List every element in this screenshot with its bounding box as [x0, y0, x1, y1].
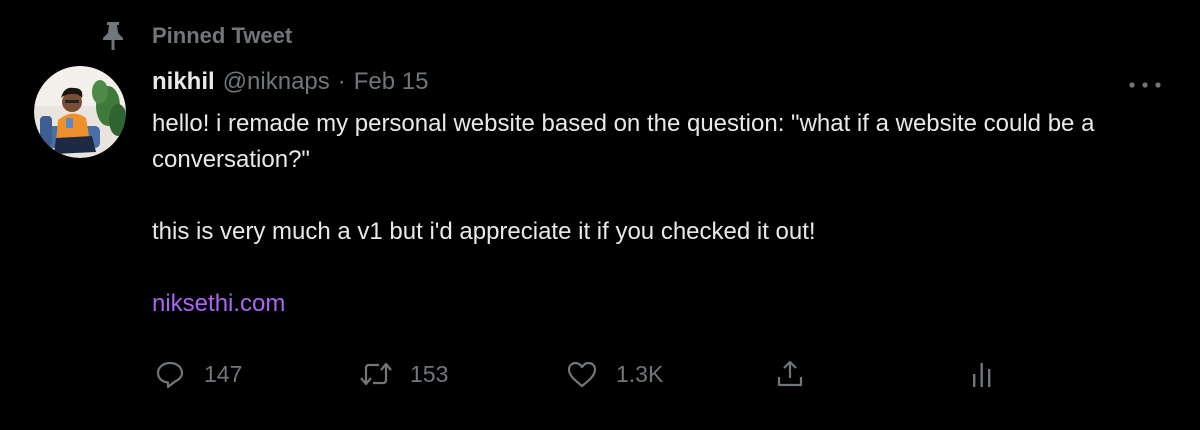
- header-separator: ·: [337, 68, 346, 95]
- tweet-paragraph-1: hello! i remade my personal website base…: [152, 110, 1095, 173]
- more-options-button[interactable]: [1122, 70, 1168, 100]
- author-name[interactable]: nikhil: [152, 68, 215, 96]
- analytics-button[interactable]: [964, 356, 1000, 392]
- tweet-paragraph-2: this is very much a v1 but i'd appreciat…: [152, 218, 816, 245]
- share-button[interactable]: [772, 356, 808, 392]
- tweet-actions: 147 153 1.3K: [152, 356, 1052, 392]
- reply-button[interactable]: 147: [152, 356, 242, 392]
- like-count: 1.3K: [616, 360, 664, 387]
- heart-icon: [564, 356, 600, 392]
- pinned-indicator: Pinned Tweet: [96, 20, 292, 52]
- tweet-text: hello! i remade my personal website base…: [152, 106, 1152, 322]
- retweet-icon: [358, 356, 394, 392]
- like-button[interactable]: 1.3K: [564, 356, 663, 392]
- retweet-button[interactable]: 153: [358, 356, 448, 392]
- reply-count: 147: [204, 360, 243, 387]
- tweet-header: nikhil @niknaps · Feb 15: [152, 68, 428, 102]
- more-icon: [1127, 76, 1163, 94]
- tweet-link[interactable]: niksethi.com: [152, 290, 285, 317]
- share-icon: [772, 356, 808, 392]
- tweet-date[interactable]: Feb 15: [354, 68, 429, 96]
- tweet-card[interactable]: Pinned Tweet nikhil @niknaps · Feb 15 he…: [0, 0, 1200, 430]
- author-handle[interactable]: @niknaps: [223, 68, 330, 96]
- analytics-icon: [964, 356, 1000, 392]
- reply-icon: [152, 356, 188, 392]
- pinned-label: Pinned Tweet: [152, 23, 293, 48]
- avatar[interactable]: [34, 66, 126, 158]
- pin-icon: [96, 20, 130, 52]
- retweet-count: 153: [410, 360, 449, 387]
